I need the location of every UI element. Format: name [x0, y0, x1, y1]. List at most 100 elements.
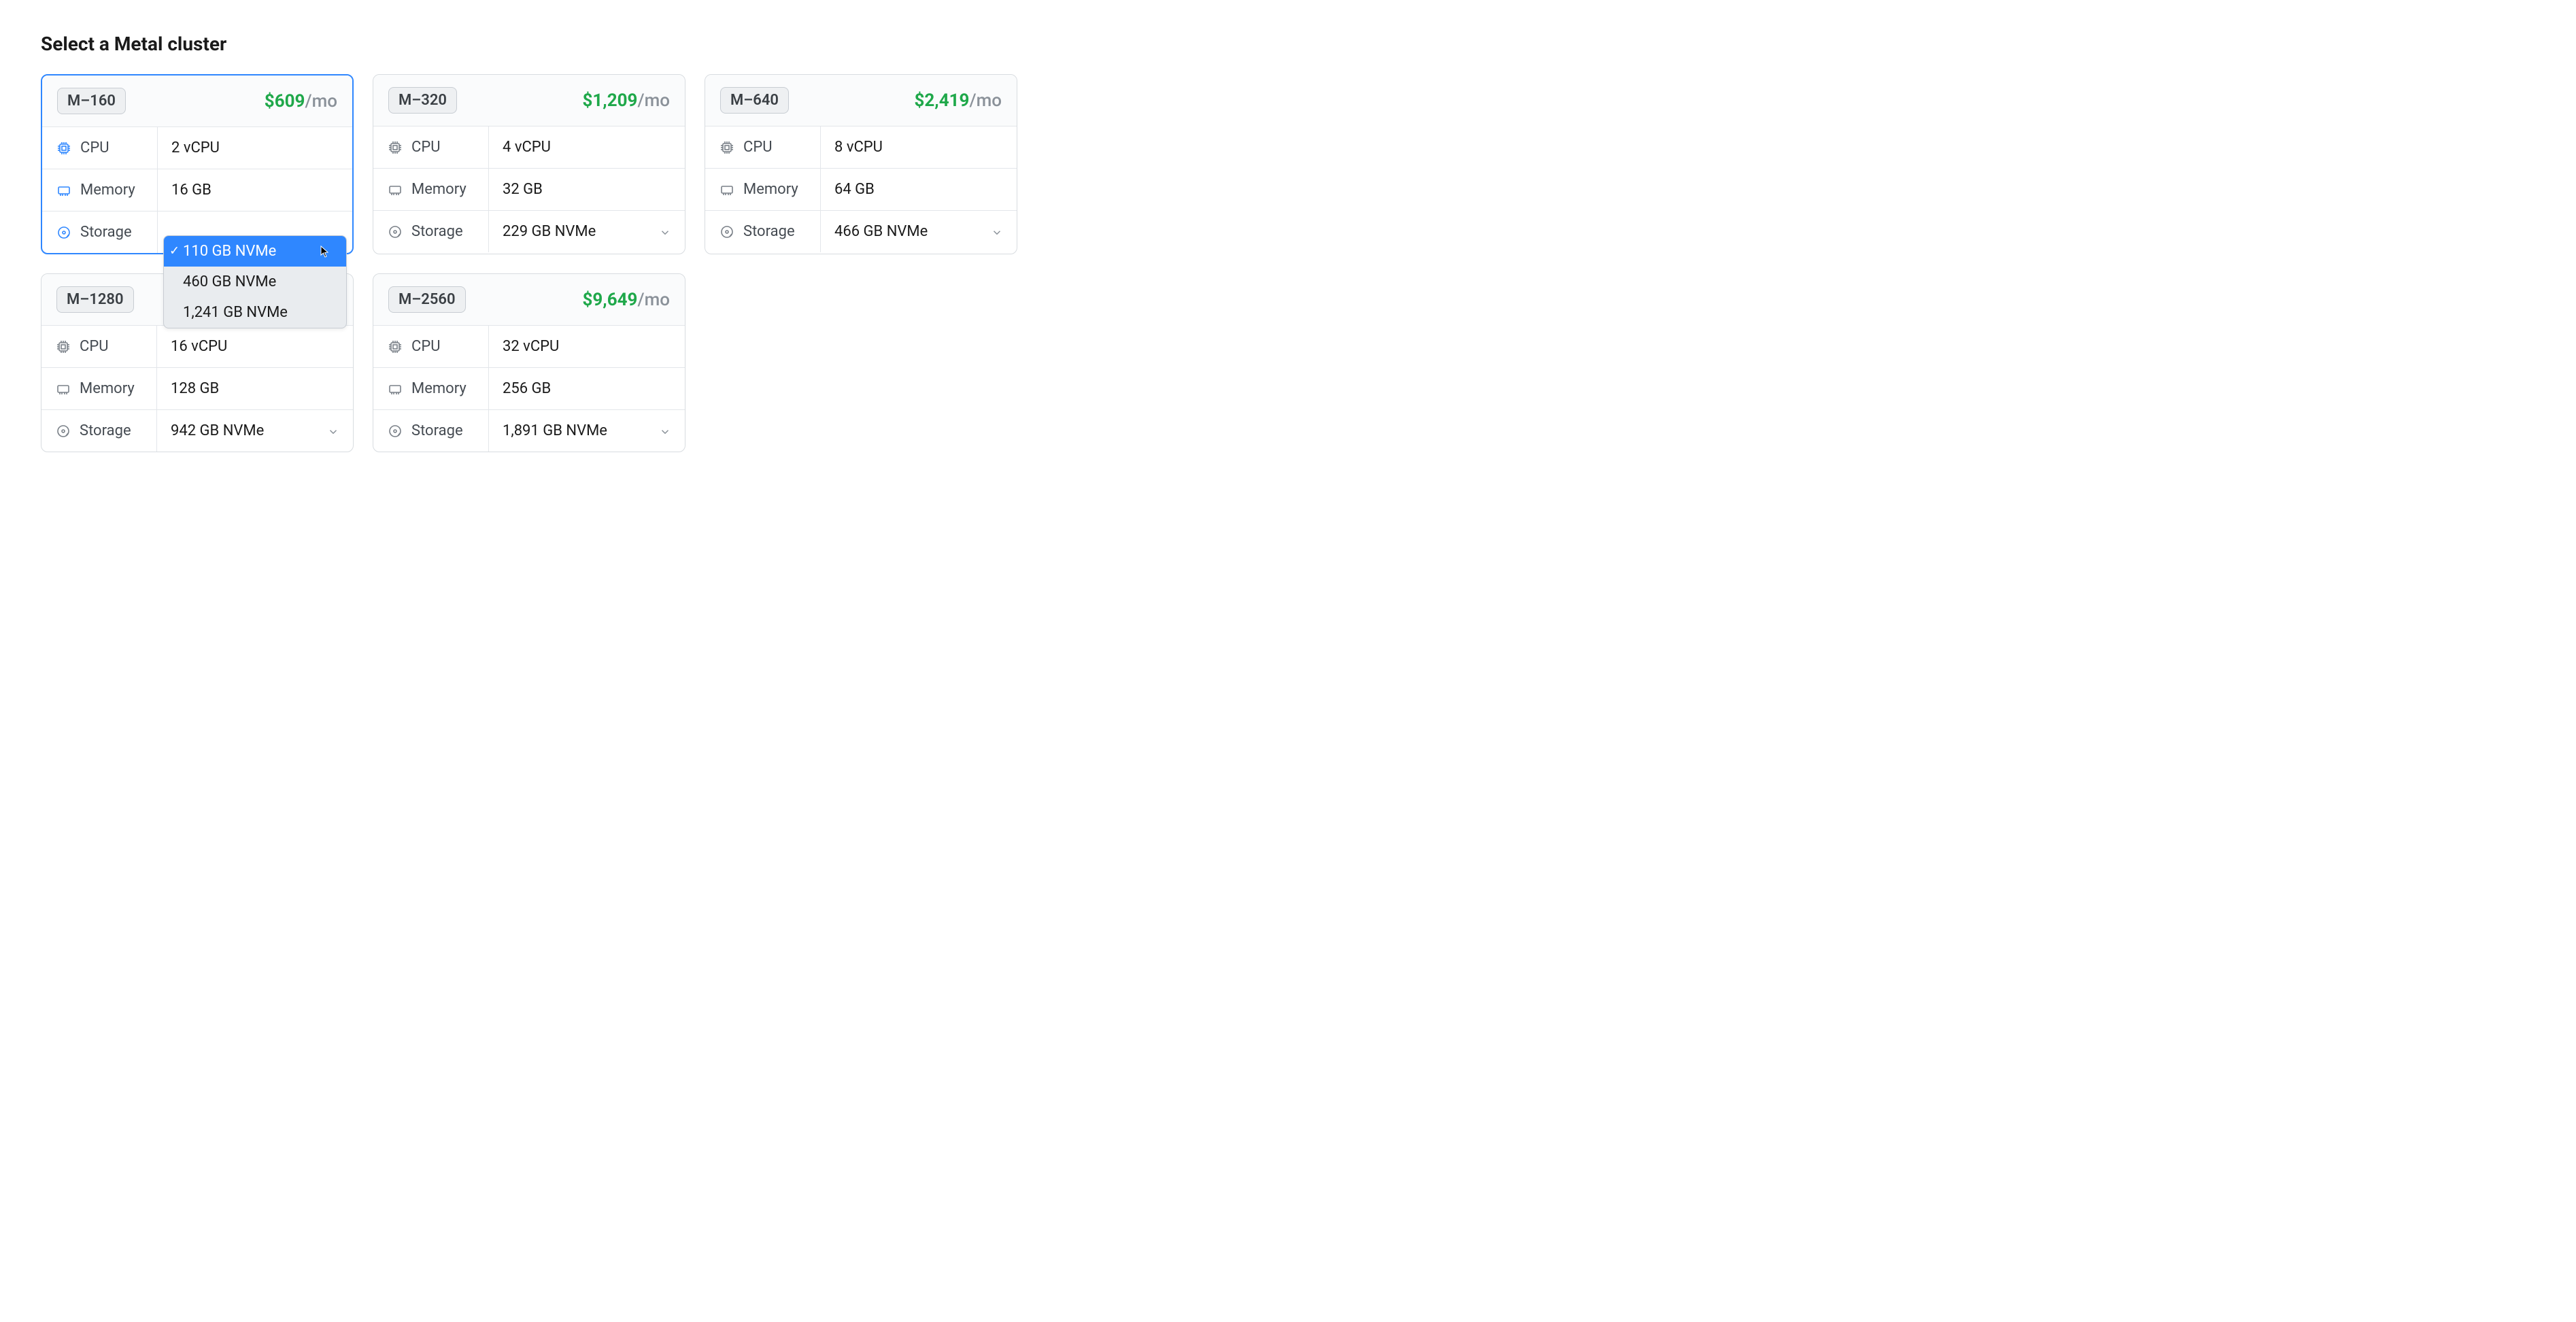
memory-value: 16 GB — [158, 169, 352, 211]
spec-row-memory: Memory 32 GB — [373, 169, 685, 211]
memory-value: 128 GB — [157, 368, 353, 409]
memory-value: 256 GB — [489, 368, 685, 409]
spec-label-cpu: CPU — [705, 126, 821, 168]
memory-icon — [56, 182, 72, 199]
cpu-label: CPU — [80, 338, 108, 355]
price: $2,419/mo — [914, 90, 1002, 111]
memory-icon — [719, 182, 735, 198]
card-header: M–160 $609/mo — [42, 75, 352, 127]
memory-icon — [55, 381, 71, 397]
spec-label-cpu: CPU — [41, 326, 157, 367]
cpu-label: CPU — [411, 338, 440, 355]
chevron-down-icon — [991, 226, 1003, 238]
cpu-value: 32 vCPU — [489, 326, 685, 367]
storage-label: Storage — [411, 223, 463, 240]
cluster-card-m2560[interactable]: M–2560 $9,649/mo CPU 32 vCPU Memory 256 … — [373, 273, 685, 452]
storage-value: 942 GB NVMe — [171, 422, 264, 439]
cpu-value: 8 vCPU — [821, 126, 1017, 168]
cluster-card-m640[interactable]: M–640 $2,419/mo CPU 8 vCPU Memory 64 GB — [705, 74, 1017, 254]
storage-icon — [719, 224, 735, 240]
spec-row-cpu: CPU 2 vCPU — [42, 127, 352, 169]
spec-label-storage: Storage — [705, 211, 821, 252]
cpu-value: 16 vCPU — [157, 326, 353, 367]
card-header: M–2560 $9,649/mo — [373, 274, 685, 326]
spec-label-cpu: CPU — [373, 126, 489, 168]
spec-row-cpu: CPU 8 vCPU — [705, 126, 1017, 169]
cluster-card-m320[interactable]: M–320 $1,209/mo CPU 4 vCPU Memory 32 GB — [373, 74, 685, 254]
price-period: /mo — [637, 90, 670, 111]
spec-label-cpu: CPU — [42, 127, 158, 169]
memory-label: Memory — [743, 181, 798, 198]
cpu-icon — [387, 139, 403, 156]
storage-select[interactable]: 942 GB NVMe — [157, 410, 353, 452]
spec-row-storage: Storage 942 GB NVMe — [41, 410, 353, 452]
memory-label: Memory — [411, 380, 467, 397]
storage-icon — [55, 423, 71, 439]
plan-badge: M–2560 — [388, 286, 466, 313]
memory-icon — [387, 182, 403, 198]
spec-row-memory: Memory 256 GB — [373, 368, 685, 410]
storage-select[interactable]: 229 GB NVMe — [489, 211, 685, 252]
spec-label-storage: Storage — [373, 410, 489, 452]
price-amount: $1,209 — [582, 90, 637, 111]
memory-icon — [387, 381, 403, 397]
plan-badge: M–1280 — [56, 286, 134, 313]
spec-label-memory: Memory — [373, 368, 489, 409]
price-amount: $2,419 — [914, 90, 969, 111]
memory-value: 32 GB — [489, 169, 685, 210]
chevron-down-icon — [659, 226, 671, 238]
cpu-value: 4 vCPU — [489, 126, 685, 168]
storage-value: 466 GB NVMe — [834, 223, 928, 240]
memory-label: Memory — [411, 181, 467, 198]
page-title: Select a Metal cluster — [41, 33, 2535, 55]
storage-dropdown[interactable]: 110 GB NVMe 460 GB NVMe 1,241 GB NVMe — [163, 235, 347, 328]
price: $609/mo — [265, 91, 337, 112]
storage-select[interactable]: 1,891 GB NVMe — [489, 410, 685, 452]
cluster-card-m160[interactable]: M–160 $609/mo CPU 2 vCPU Memory 16 GB — [41, 74, 354, 254]
cpu-value: 2 vCPU — [158, 127, 352, 169]
storage-icon — [56, 224, 72, 241]
cpu-icon — [56, 140, 72, 156]
cluster-grid: M–160 $609/mo CPU 2 vCPU Memory 16 GB — [41, 74, 2535, 452]
plan-badge: M–160 — [57, 88, 126, 114]
plan-badge: M–640 — [720, 87, 789, 114]
spec-row-storage: Storage 466 GB NVMe — [705, 211, 1017, 252]
memory-value: 64 GB — [821, 169, 1017, 210]
chevron-down-icon — [327, 425, 339, 437]
cpu-icon — [387, 339, 403, 355]
spec-label-memory: Memory — [705, 169, 821, 210]
storage-option-0[interactable]: 110 GB NVMe — [164, 236, 346, 267]
price-amount: $9,649 — [582, 290, 637, 310]
cpu-icon — [719, 139, 735, 156]
cpu-label: CPU — [411, 139, 440, 156]
storage-select[interactable]: 466 GB NVMe — [821, 211, 1017, 252]
storage-option-1[interactable]: 460 GB NVMe — [164, 267, 346, 297]
storage-option-2[interactable]: 1,241 GB NVMe — [164, 297, 346, 328]
spec-row-memory: Memory 128 GB — [41, 368, 353, 410]
spec-label-memory: Memory — [373, 169, 489, 210]
memory-label: Memory — [80, 380, 135, 397]
card-header: M–320 $1,209/mo — [373, 75, 685, 126]
memory-label: Memory — [80, 182, 135, 199]
price-period: /mo — [637, 290, 670, 310]
storage-icon — [387, 423, 403, 439]
storage-select-wrap: 110 GB NVMe 460 GB NVMe 1,241 GB NVMe — [158, 227, 352, 238]
storage-label: Storage — [80, 224, 132, 241]
price-amount: $609 — [265, 91, 305, 112]
spec-label-cpu: CPU — [373, 326, 489, 367]
price-period: /mo — [305, 91, 337, 112]
spec-row-memory: Memory 64 GB — [705, 169, 1017, 211]
spec-row-storage: Storage 1,891 GB NVMe — [373, 410, 685, 452]
spec-label-storage: Storage — [42, 211, 158, 253]
cursor-icon — [320, 245, 330, 257]
storage-icon — [387, 224, 403, 240]
price: $9,649/mo — [582, 290, 670, 310]
spec-row-memory: Memory 16 GB — [42, 169, 352, 211]
spec-label-memory: Memory — [41, 368, 157, 409]
spec-row-cpu: CPU 32 vCPU — [373, 326, 685, 368]
storage-value: 229 GB NVMe — [503, 223, 596, 240]
chevron-down-icon — [659, 425, 671, 437]
card-header: M–640 $2,419/mo — [705, 75, 1017, 126]
plan-badge: M–320 — [388, 87, 457, 114]
cpu-icon — [55, 339, 71, 355]
